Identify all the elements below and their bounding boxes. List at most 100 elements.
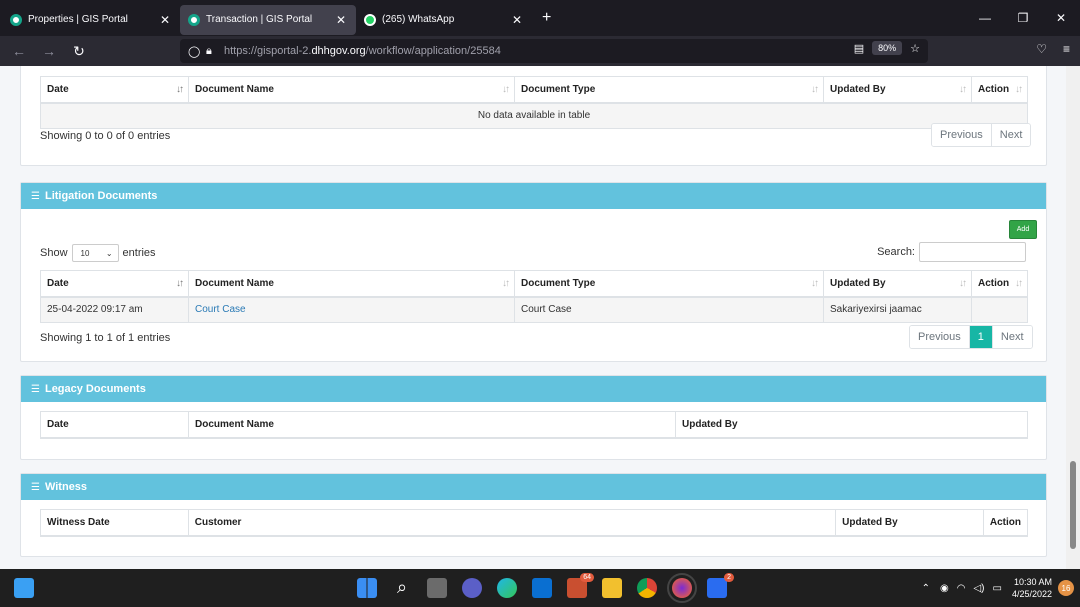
reader-view-icon[interactable]: ▤ bbox=[854, 42, 864, 55]
cell-document-type: Court Case bbox=[514, 296, 824, 323]
clock[interactable]: 10:30 AM 4/25/2022 bbox=[1012, 576, 1052, 600]
search-label: Search: bbox=[877, 246, 915, 258]
task-view-app-icon[interactable] bbox=[14, 578, 34, 598]
search-control: Search: bbox=[877, 242, 1026, 262]
document-link[interactable]: Court Case bbox=[195, 304, 246, 315]
url-bar[interactable]: ◯ 🔒︎ https://gisportal-2. dhhgov.org/work… bbox=[180, 39, 928, 63]
tab-properties[interactable]: Properties | GIS Portal ✕ bbox=[2, 5, 180, 35]
restore-icon[interactable]: ❐ bbox=[1004, 0, 1042, 36]
minimize-icon[interactable]: — bbox=[966, 0, 1004, 36]
sort-icon[interactable]: ↓↑ bbox=[176, 84, 184, 95]
sort-icon[interactable]: ↓↑ bbox=[959, 278, 967, 289]
menu-hamburger-icon[interactable]: ≡ bbox=[1063, 42, 1070, 56]
chevron-up-icon[interactable]: ⌃ bbox=[922, 583, 930, 594]
col-updated-by[interactable]: Updated By bbox=[835, 509, 984, 537]
todo-icon[interactable]: 2 bbox=[707, 573, 734, 598]
sort-icon[interactable]: ↓↑ bbox=[1015, 278, 1023, 289]
reload-icon[interactable]: ↻ bbox=[64, 43, 94, 60]
tab-transaction[interactable]: Transaction | GIS Portal ✕ bbox=[180, 4, 356, 35]
shield-icon[interactable]: ◯ bbox=[188, 45, 206, 58]
sort-icon[interactable]: ↓↑ bbox=[502, 278, 510, 289]
zoom-level[interactable]: 80% bbox=[872, 41, 903, 55]
panel-header: ☰ Legacy Documents bbox=[21, 376, 1046, 402]
scrollbar-thumb[interactable] bbox=[1070, 461, 1076, 549]
col-updated-by[interactable]: Updated By bbox=[675, 411, 1028, 439]
next-button[interactable]: Next bbox=[991, 326, 1032, 348]
col-customer[interactable]: Customer bbox=[187, 509, 837, 537]
pagination: Previous 1 Next bbox=[909, 325, 1033, 349]
file-explorer-icon[interactable] bbox=[602, 578, 622, 598]
page-1-button[interactable]: 1 bbox=[968, 326, 992, 348]
network-icon[interactable]: ◉ bbox=[940, 583, 949, 594]
page-content: Date ↓↑ Document Name ↓↑ Document Type ↓↑ U… bbox=[0, 66, 1066, 569]
table-row: 25-04-2022 09:17 am Court Case Court Cas… bbox=[40, 296, 1028, 323]
forward-icon[interactable]: → bbox=[34, 43, 64, 59]
volume-icon[interactable]: ◁) bbox=[973, 583, 984, 594]
wifi-icon[interactable]: ◠ bbox=[957, 583, 966, 594]
sort-icon[interactable]: ↓↑ bbox=[811, 278, 819, 289]
firefox-icon[interactable] bbox=[667, 573, 697, 603]
close-tab-icon[interactable]: ✕ bbox=[510, 13, 524, 27]
list-icon: ☰ bbox=[31, 190, 40, 202]
col-updated-by[interactable]: Updated By ↓↑ bbox=[823, 270, 972, 298]
col-document-name[interactable]: Document Name bbox=[188, 411, 676, 439]
table-info: Showing 0 to 0 of 0 entries bbox=[40, 130, 171, 142]
sort-icon[interactable]: ↓↑ bbox=[811, 84, 819, 95]
close-tab-icon[interactable]: ✕ bbox=[334, 13, 348, 27]
col-action[interactable]: Action bbox=[982, 509, 1029, 537]
search-icon[interactable]: ⌕ bbox=[392, 578, 412, 598]
documents-panel: Date ↓↑ Document Name ↓↑ Document Type ↓↑ U… bbox=[20, 66, 1047, 166]
legacy-table: Date Document Name Updated By bbox=[40, 411, 1028, 439]
page-scrollbar[interactable] bbox=[1066, 66, 1080, 569]
previous-button[interactable]: Previous bbox=[932, 124, 991, 146]
col-document-type[interactable]: Document Type ↓↑ bbox=[514, 270, 824, 298]
lock-icon[interactable]: 🔒︎ bbox=[206, 45, 224, 58]
search-input[interactable] bbox=[919, 242, 1026, 262]
chrome-icon[interactable] bbox=[637, 578, 657, 598]
start-windows-icon[interactable] bbox=[357, 578, 377, 598]
previous-button[interactable]: Previous bbox=[910, 326, 969, 348]
bookmark-star-icon[interactable]: ☆ bbox=[910, 42, 920, 55]
sort-icon[interactable]: ↓↑ bbox=[502, 84, 510, 95]
task-view-icon[interactable] bbox=[427, 578, 447, 598]
list-icon: ☰ bbox=[31, 383, 40, 395]
sort-icon[interactable]: ↓↑ bbox=[1015, 84, 1023, 95]
edge-browser-icon[interactable] bbox=[497, 578, 517, 598]
col-document-name[interactable]: Document Name ↓↑ bbox=[188, 270, 515, 298]
col-date[interactable]: Date ↓↑ bbox=[40, 270, 189, 298]
col-action[interactable]: Action ↓↑ bbox=[971, 76, 1028, 104]
panel-title: Witness bbox=[44, 481, 88, 493]
battery-icon[interactable]: ▭ bbox=[993, 583, 1002, 594]
col-document-type[interactable]: Document Type ↓↑ bbox=[514, 76, 824, 104]
browser-nav-bar: ← → ↻ ◯ 🔒︎ https://gisportal-2. dhhgov.or… bbox=[0, 36, 1080, 66]
close-tab-icon[interactable]: ✕ bbox=[158, 13, 172, 27]
documents-table: Date ↓↑ Document Name ↓↑ Document Type ↓↑ U… bbox=[40, 76, 1028, 129]
page-length-select[interactable]: 10 ⌄ bbox=[71, 244, 119, 262]
back-icon[interactable]: ← bbox=[4, 43, 34, 59]
teams-chat-icon[interactable] bbox=[462, 578, 482, 598]
panel-title: Legacy Documents bbox=[44, 383, 146, 395]
cell-updated-by: Sakariyexirsi jaamac bbox=[823, 296, 972, 323]
col-action[interactable]: Action ↓↑ bbox=[971, 270, 1028, 298]
chevron-down-icon: ⌄ bbox=[105, 248, 113, 258]
app-icon-a[interactable]: 64 bbox=[567, 573, 594, 598]
col-witness-date[interactable]: Witness Date bbox=[40, 509, 189, 537]
litigation-documents-panel: ☰ Litigation Documents Add Show 10 ⌄ ent… bbox=[20, 182, 1047, 362]
col-document-name[interactable]: Document Name ↓↑ bbox=[188, 76, 515, 104]
legacy-documents-panel: ☰ Legacy Documents Date Document Name Up… bbox=[20, 375, 1047, 460]
notification-count-badge[interactable]: 16 bbox=[1058, 580, 1074, 596]
tab-title: Transaction | GIS Portal bbox=[206, 14, 313, 25]
add-button[interactable]: Add bbox=[1009, 220, 1037, 239]
litigation-table: Date ↓↑ Document Name ↓↑ Document Type ↓↑ U… bbox=[40, 270, 1028, 323]
close-window-icon[interactable]: ✕ bbox=[1042, 0, 1080, 36]
sort-icon[interactable]: ↓↑ bbox=[959, 84, 967, 95]
tab-whatsapp[interactable]: (265) WhatsApp ✕ bbox=[356, 5, 532, 35]
new-tab-icon[interactable]: + bbox=[542, 9, 551, 27]
col-date[interactable]: Date ↓↑ bbox=[40, 76, 189, 104]
next-button[interactable]: Next bbox=[990, 124, 1031, 146]
col-updated-by[interactable]: Updated By ↓↑ bbox=[823, 76, 972, 104]
col-date[interactable]: Date bbox=[40, 411, 189, 439]
pocket-icon[interactable]: ♡ bbox=[1036, 42, 1047, 56]
sort-icon[interactable]: ↓↑ bbox=[176, 278, 184, 289]
store-icon[interactable] bbox=[532, 578, 552, 598]
